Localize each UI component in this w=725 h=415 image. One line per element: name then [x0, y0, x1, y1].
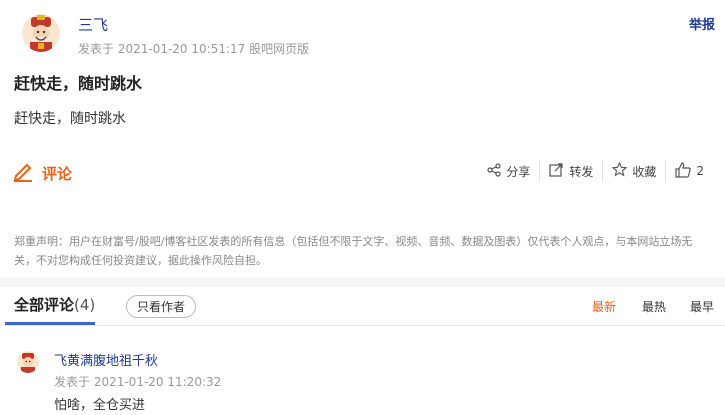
- comment-count: (4): [74, 296, 96, 314]
- like-count: 2: [696, 164, 704, 178]
- post-meta: 发表于 2021-01-20 10:51:17 股吧网页版: [78, 42, 310, 56]
- post-title: 赶快走，随时跳水: [14, 74, 143, 93]
- like-button[interactable]: 2: [665, 160, 713, 182]
- post-body: 赶快走，随时跳水: [14, 111, 126, 127]
- favorite-label: 收藏: [632, 164, 657, 179]
- forward-button[interactable]: 转发: [539, 160, 602, 182]
- thumbs-up-icon: [675, 161, 692, 181]
- comment-meta: 发表于 2021-01-20 11:20:32: [54, 375, 222, 389]
- author-avatar[interactable]: [22, 14, 60, 52]
- author-name[interactable]: 三飞: [78, 14, 108, 35]
- sort-hottest[interactable]: 最热: [642, 298, 666, 315]
- only-author-button[interactable]: 只看作者: [126, 295, 197, 318]
- tab-all-comments[interactable]: 全部评论(4): [14, 294, 95, 315]
- pencil-icon: [12, 160, 34, 186]
- share-icon: [487, 162, 501, 180]
- section-divider: [0, 277, 725, 287]
- share-label: 分享: [506, 164, 531, 179]
- comment-button[interactable]: 评论: [12, 160, 72, 186]
- forward-icon: [549, 162, 564, 180]
- comment-text: 怕啥，全仓买进: [54, 398, 146, 413]
- favorite-button[interactable]: 收藏: [602, 160, 665, 182]
- sort-earliest[interactable]: 最早: [690, 298, 714, 315]
- action-bar: 分享 转发 收藏 2: [478, 160, 713, 182]
- comments-tab-bar: [0, 287, 725, 326]
- active-tab-indicator: [5, 322, 95, 325]
- sort-newest[interactable]: 最新: [592, 298, 616, 315]
- report-button[interactable]: 举报: [689, 14, 715, 33]
- tab-all-label: 全部评论: [14, 296, 75, 314]
- commenter-name[interactable]: 飞黄满腹地祖千秋: [54, 350, 158, 369]
- forward-label: 转发: [569, 164, 594, 179]
- star-icon: [611, 161, 628, 180]
- commenter-avatar[interactable]: [17, 351, 39, 373]
- share-button[interactable]: 分享: [478, 160, 539, 182]
- disclaimer-text: 郑重声明：用户在财富号/股吧/博客社区发表的所有信息（包括但不限于文字、视频、音…: [14, 235, 693, 267]
- comment-label: 评论: [42, 164, 73, 183]
